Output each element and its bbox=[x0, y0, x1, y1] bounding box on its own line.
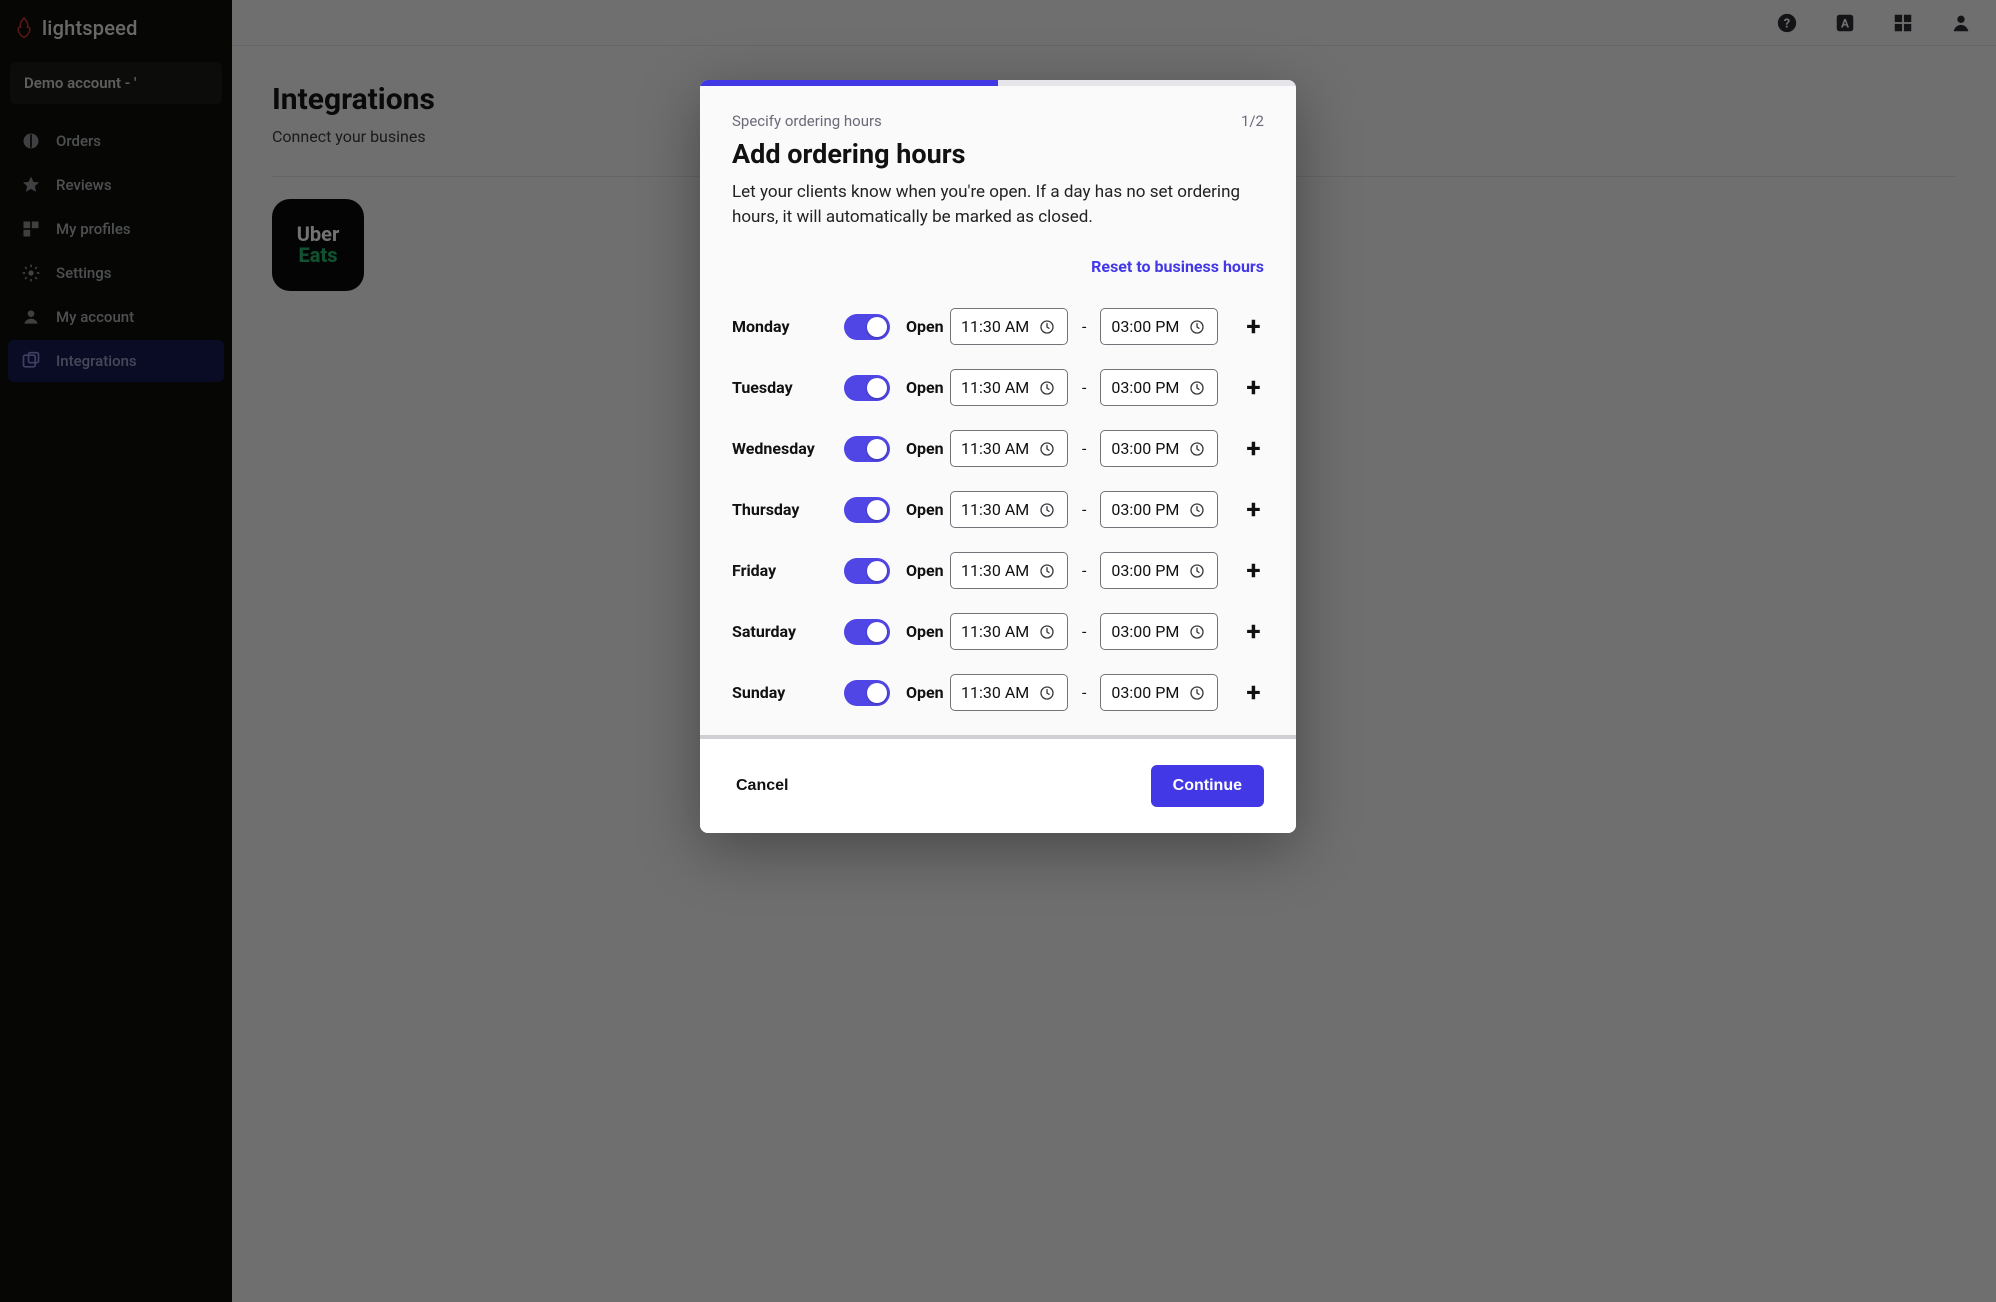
clock-icon bbox=[1039, 380, 1055, 396]
day-name: Monday bbox=[732, 317, 844, 336]
clock-icon bbox=[1189, 685, 1205, 701]
time-to-input[interactable]: 03:00 PM bbox=[1100, 308, 1218, 345]
time-from-value: 11:30 AM bbox=[961, 378, 1029, 397]
modal-description: Let your clients know when you're open. … bbox=[732, 180, 1264, 229]
time-from-value: 11:30 AM bbox=[961, 622, 1029, 641]
time-from-value: 11:30 AM bbox=[961, 500, 1029, 519]
time-from-input[interactable]: 11:30 AM bbox=[950, 308, 1068, 345]
time-from-value: 11:30 AM bbox=[961, 561, 1029, 580]
time-range-dash: - bbox=[1082, 500, 1086, 519]
modal-footer: Cancel Continue bbox=[700, 739, 1296, 833]
time-range-dash: - bbox=[1082, 622, 1086, 641]
time-to-input[interactable]: 03:00 PM bbox=[1100, 369, 1218, 406]
modal-step-counter: 1/2 bbox=[1241, 112, 1264, 130]
clock-icon bbox=[1189, 502, 1205, 518]
time-to-input[interactable]: 03:00 PM bbox=[1100, 430, 1218, 467]
time-from-value: 11:30 AM bbox=[961, 317, 1029, 336]
day-name: Thursday bbox=[732, 500, 844, 519]
day-row: Sunday Open 11:30 AM - 03:00 PM + bbox=[732, 662, 1264, 723]
clock-icon bbox=[1039, 502, 1055, 518]
day-row: Wednesday Open 11:30 AM - 03:00 PM + bbox=[732, 418, 1264, 479]
time-from-input[interactable]: 11:30 AM bbox=[950, 430, 1068, 467]
day-open-label: Open bbox=[902, 561, 950, 580]
day-row: Monday Open 11:30 AM - 03:00 PM + bbox=[732, 296, 1264, 357]
ordering-hours-modal: Specify ordering hours 1/2 Add ordering … bbox=[700, 80, 1296, 833]
time-from-value: 11:30 AM bbox=[961, 683, 1029, 702]
day-name: Tuesday bbox=[732, 378, 844, 397]
time-range-dash: - bbox=[1082, 439, 1086, 458]
time-to-value: 03:00 PM bbox=[1111, 622, 1179, 641]
day-row: Friday Open 11:30 AM - 03:00 PM + bbox=[732, 540, 1264, 601]
time-to-value: 03:00 PM bbox=[1111, 561, 1179, 580]
add-time-range-button[interactable]: + bbox=[1240, 497, 1266, 523]
time-from-input[interactable]: 11:30 AM bbox=[950, 674, 1068, 711]
add-time-range-button[interactable]: + bbox=[1240, 558, 1266, 584]
clock-icon bbox=[1039, 685, 1055, 701]
clock-icon bbox=[1039, 441, 1055, 457]
day-open-label: Open bbox=[902, 378, 950, 397]
time-to-value: 03:00 PM bbox=[1111, 378, 1179, 397]
time-to-value: 03:00 PM bbox=[1111, 439, 1179, 458]
clock-icon bbox=[1189, 380, 1205, 396]
time-to-input[interactable]: 03:00 PM bbox=[1100, 491, 1218, 528]
time-to-input[interactable]: 03:00 PM bbox=[1100, 552, 1218, 589]
day-row: Saturday Open 11:30 AM - 03:00 PM + bbox=[732, 601, 1264, 662]
day-open-toggle[interactable] bbox=[844, 558, 890, 584]
day-open-toggle[interactable] bbox=[844, 314, 890, 340]
add-time-range-button[interactable]: + bbox=[1240, 680, 1266, 706]
time-to-value: 03:00 PM bbox=[1111, 317, 1179, 336]
time-range-dash: - bbox=[1082, 683, 1086, 702]
clock-icon bbox=[1039, 319, 1055, 335]
time-to-value: 03:00 PM bbox=[1111, 683, 1179, 702]
time-from-input[interactable]: 11:30 AM bbox=[950, 491, 1068, 528]
day-name: Friday bbox=[732, 561, 844, 580]
add-time-range-button[interactable]: + bbox=[1240, 314, 1266, 340]
day-name: Wednesday bbox=[732, 439, 844, 458]
day-row: Thursday Open 11:30 AM - 03:00 PM + bbox=[732, 479, 1264, 540]
time-range-dash: - bbox=[1082, 317, 1086, 336]
modal-title: Add ordering hours bbox=[732, 138, 1264, 170]
day-open-label: Open bbox=[902, 683, 950, 702]
day-name: Sunday bbox=[732, 683, 844, 702]
add-time-range-button[interactable]: + bbox=[1240, 619, 1266, 645]
day-open-toggle[interactable] bbox=[844, 619, 890, 645]
day-open-label: Open bbox=[902, 622, 950, 641]
time-to-value: 03:00 PM bbox=[1111, 500, 1179, 519]
time-range-dash: - bbox=[1082, 378, 1086, 397]
clock-icon bbox=[1189, 319, 1205, 335]
cancel-button[interactable]: Cancel bbox=[732, 767, 792, 805]
clock-icon bbox=[1189, 624, 1205, 640]
day-open-toggle[interactable] bbox=[844, 680, 890, 706]
clock-icon bbox=[1189, 563, 1205, 579]
day-name: Saturday bbox=[732, 622, 844, 641]
clock-icon bbox=[1189, 441, 1205, 457]
time-from-input[interactable]: 11:30 AM bbox=[950, 552, 1068, 589]
reset-to-business-hours-link[interactable]: Reset to business hours bbox=[1091, 257, 1264, 276]
clock-icon bbox=[1039, 563, 1055, 579]
day-open-toggle[interactable] bbox=[844, 436, 890, 462]
time-range-dash: - bbox=[1082, 561, 1086, 580]
time-from-input[interactable]: 11:30 AM bbox=[950, 613, 1068, 650]
day-rows: Monday Open 11:30 AM - 03:00 PM + Tuesday Open 1… bbox=[700, 296, 1296, 739]
day-open-label: Open bbox=[902, 439, 950, 458]
day-open-label: Open bbox=[902, 500, 950, 519]
day-open-toggle[interactable] bbox=[844, 497, 890, 523]
time-to-input[interactable]: 03:00 PM bbox=[1100, 674, 1218, 711]
day-row: Tuesday Open 11:30 AM - 03:00 PM + bbox=[732, 357, 1264, 418]
day-open-toggle[interactable] bbox=[844, 375, 890, 401]
day-open-label: Open bbox=[902, 317, 950, 336]
time-to-input[interactable]: 03:00 PM bbox=[1100, 613, 1218, 650]
time-from-input[interactable]: 11:30 AM bbox=[950, 369, 1068, 406]
add-time-range-button[interactable]: + bbox=[1240, 375, 1266, 401]
continue-button[interactable]: Continue bbox=[1151, 765, 1264, 807]
clock-icon bbox=[1039, 624, 1055, 640]
add-time-range-button[interactable]: + bbox=[1240, 436, 1266, 462]
time-from-value: 11:30 AM bbox=[961, 439, 1029, 458]
modal-step-label: Specify ordering hours bbox=[732, 112, 882, 130]
